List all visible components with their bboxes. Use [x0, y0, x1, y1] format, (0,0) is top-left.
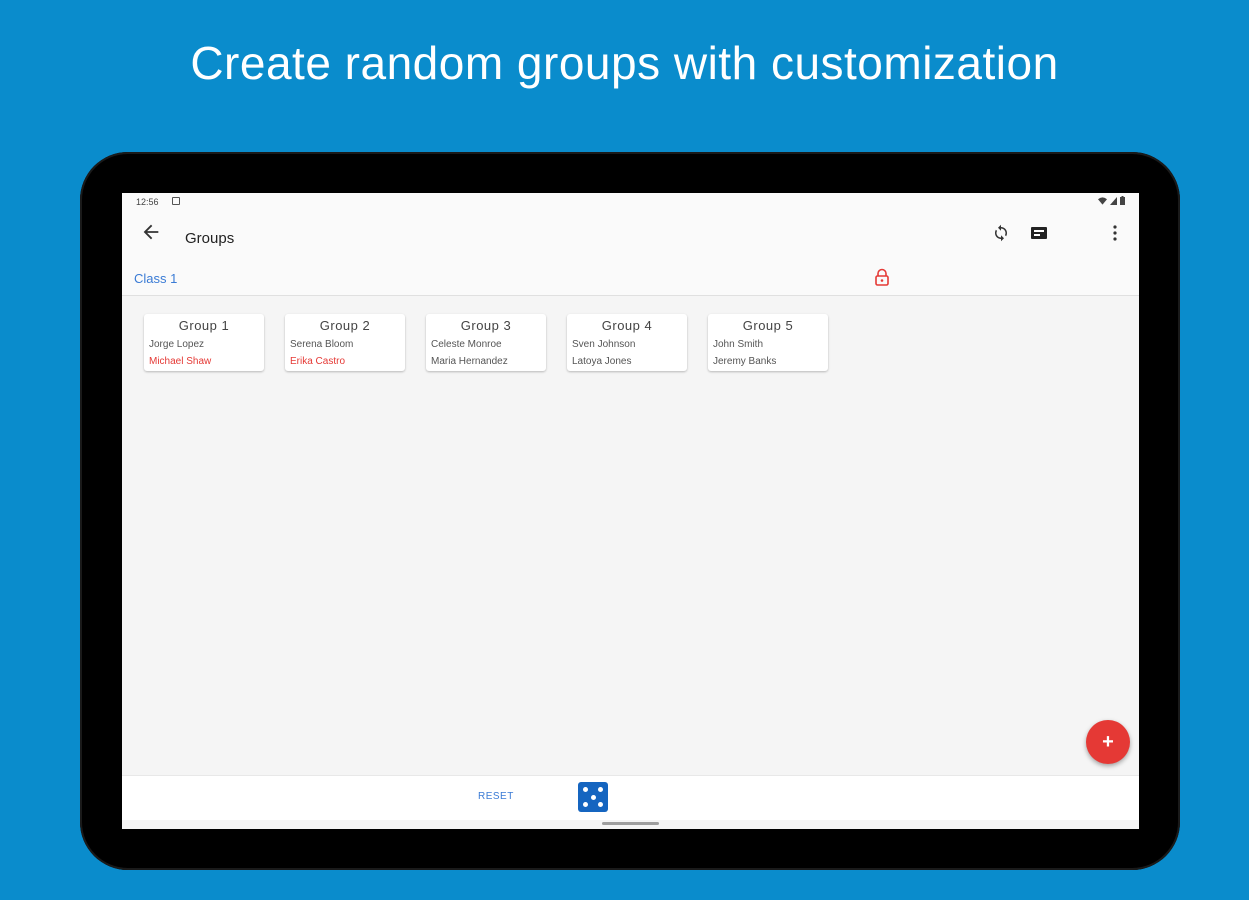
- locked-member-name[interactable]: Michael Shaw: [149, 353, 259, 370]
- group-name: Group 5: [742, 318, 794, 333]
- dice-pip: [598, 787, 603, 792]
- group-name: Group 1: [178, 318, 230, 333]
- group-card[interactable]: Group 4 Sven Johnson Latoya Jones: [567, 314, 687, 371]
- class-bar: Class 1: [122, 259, 1139, 296]
- page-title: Groups: [185, 230, 235, 247]
- group-card[interactable]: Group 2 Serena Bloom Erika Castro: [285, 314, 405, 371]
- member-name[interactable]: Celeste Monroe: [431, 336, 541, 353]
- battery-icon: [1120, 196, 1125, 205]
- system-icons: [1098, 196, 1125, 205]
- dice-icon[interactable]: [578, 782, 608, 812]
- member-name[interactable]: John Smith: [713, 336, 823, 353]
- member-name[interactable]: Maria Hernandez: [431, 353, 541, 370]
- notification-icon: [172, 197, 180, 205]
- dice-pip: [583, 787, 588, 792]
- class-selector[interactable]: Class 1: [134, 271, 177, 286]
- group-card[interactable]: Group 5 John Smith Jeremy Banks: [708, 314, 828, 371]
- group-name: Group 2: [319, 318, 371, 333]
- group-card[interactable]: Group 3 Celeste Monroe Maria Hernandez: [426, 314, 546, 371]
- group-name: Group 4: [601, 318, 653, 333]
- member-name[interactable]: Serena Bloom: [290, 336, 400, 353]
- slideshow-icon[interactable]: [1029, 223, 1049, 243]
- app-screen: 12:56 Groups Class 1 Group 1 Jorge Lopez…: [122, 193, 1139, 829]
- signal-icon: [1110, 196, 1117, 205]
- nav-handle[interactable]: [602, 822, 659, 825]
- more-vert-icon[interactable]: [1105, 223, 1125, 243]
- dice-pip: [590, 794, 596, 800]
- status-time: 12:56: [136, 197, 159, 207]
- dice-pip: [583, 802, 588, 807]
- group-list: Group 1 Jorge Lopez Michael Shaw Group 2 Ser…: [144, 314, 828, 371]
- member-name[interactable]: Jorge Lopez: [149, 336, 259, 353]
- refresh-icon[interactable]: [991, 223, 1011, 243]
- toolbar-actions: [991, 223, 1125, 243]
- status-bar: 12:56: [122, 193, 1139, 211]
- locked-member-name[interactable]: Erika Castro: [290, 353, 400, 370]
- blank-icon[interactable]: [1067, 223, 1087, 243]
- bottom-bar: RESET: [122, 775, 1139, 820]
- headline: Create random groups with customization: [190, 37, 1059, 89]
- dice-pip: [598, 802, 603, 807]
- back-arrow-icon[interactable]: [140, 221, 162, 243]
- wifi-icon: [1098, 196, 1107, 205]
- member-name[interactable]: Jeremy Banks: [713, 353, 823, 370]
- member-name[interactable]: Latoya Jones: [572, 353, 682, 370]
- group-name: Group 3: [460, 318, 512, 333]
- group-card[interactable]: Group 1 Jorge Lopez Michael Shaw: [144, 314, 264, 371]
- add-button[interactable]: +: [1086, 720, 1130, 764]
- lock-icon[interactable]: [874, 268, 890, 286]
- member-name[interactable]: Sven Johnson: [572, 336, 682, 353]
- reset-button[interactable]: RESET: [478, 791, 514, 802]
- app-bar: Groups: [122, 211, 1139, 259]
